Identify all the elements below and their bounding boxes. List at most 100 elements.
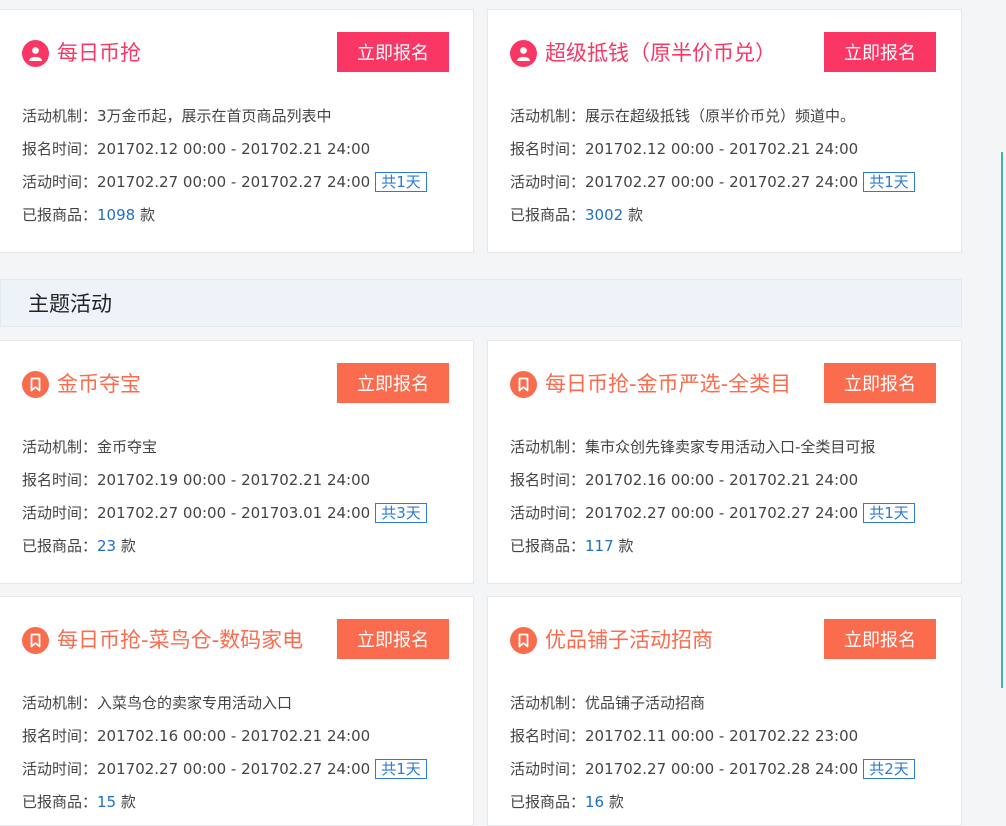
activity-time-row: 活动时间：201702.27 00:00 - 201702.27 24:00 共1… <box>22 166 427 199</box>
signup-button[interactable]: 立即报名 <box>337 363 449 403</box>
signup-time-row: 报名时间：201702.19 00:00 - 201702.21 24:00 <box>22 464 427 497</box>
signup-button[interactable]: 立即报名 <box>824 619 936 659</box>
registered-row: 已报商品：1098 款 <box>22 199 427 232</box>
registered-count: 23 <box>97 537 117 555</box>
signup-time-row: 报名时间：201702.12 00:00 - 201702.21 24:00 <box>22 133 427 166</box>
mechanism-label: 活动机制： <box>510 438 586 456</box>
card-title: 每日币抢-金币严选-全类目 <box>510 369 791 399</box>
registered-row: 已报商品：15 款 <box>22 786 427 819</box>
mechanism-label: 活动机制： <box>22 107 98 125</box>
signup-time-row: 报名时间：201702.16 00:00 - 201702.21 24:00 <box>22 720 427 753</box>
card-details: 活动机制：集市众创先锋卖家专用活动入口-全类目可报 报名时间：201702.16… <box>510 431 915 563</box>
signup-time-label: 报名时间： <box>510 727 586 745</box>
registered-count: 117 <box>585 537 614 555</box>
registered-label: 已报商品： <box>22 537 98 555</box>
signup-button[interactable]: 立即报名 <box>337 32 449 72</box>
mechanism-value: 优品铺子活动招商 <box>585 694 706 712</box>
mechanism-value: 集市众创先锋卖家专用活动入口-全类目可报 <box>585 438 876 456</box>
activity-card: 超级抵钱（原半价币兑） 立即报名 活动机制：展示在超级抵钱（原半价币兑）频道中。… <box>487 9 962 253</box>
activity-time-row: 活动时间：201702.27 00:00 - 201702.27 24:00 共1… <box>22 753 427 786</box>
days-badge: 共1天 <box>863 503 915 523</box>
activity-time-label: 活动时间： <box>22 173 98 191</box>
signup-time-value: 201702.12 00:00 - 201702.21 24:00 <box>97 140 371 158</box>
card-title-text: 每日币抢 <box>57 41 141 65</box>
activity-time-row: 活动时间：201702.27 00:00 - 201702.27 24:00 共1… <box>510 166 915 199</box>
card-title-text: 优品铺子活动招商 <box>545 628 713 652</box>
signup-button[interactable]: 立即报名 <box>824 32 936 72</box>
bookmark-icon <box>510 370 537 398</box>
activity-time-value: 201702.27 00:00 - 201702.27 24:00 <box>585 504 859 522</box>
section-title: 主题活动 <box>28 292 112 316</box>
signup-time-row: 报名时间：201702.11 00:00 - 201702.22 23:00 <box>510 720 915 753</box>
section-header: 主题活动 <box>0 279 962 327</box>
days-badge: 共2天 <box>863 759 915 779</box>
signup-button[interactable]: 立即报名 <box>337 619 449 659</box>
activity-time-value: 201702.27 00:00 - 201702.27 24:00 <box>97 173 371 191</box>
activity-time-row: 活动时间：201702.27 00:00 - 201703.01 24:00 共3… <box>22 497 427 530</box>
bookmark-icon <box>22 370 49 398</box>
signup-time-value: 201702.16 00:00 - 201702.21 24:00 <box>97 727 371 745</box>
registered-label: 已报商品： <box>22 793 98 811</box>
registered-count: 3002 <box>585 206 624 224</box>
mechanism-label: 活动机制： <box>510 107 586 125</box>
bookmark-icon <box>22 626 49 654</box>
days-badge: 共1天 <box>863 172 915 192</box>
bookmark-icon <box>510 626 537 654</box>
signup-time-label: 报名时间： <box>22 727 98 745</box>
registered-unit: 款 <box>627 206 643 224</box>
registered-unit: 款 <box>139 206 155 224</box>
signup-time-value: 201702.12 00:00 - 201702.21 24:00 <box>585 140 859 158</box>
card-details: 活动机制：入菜鸟仓的卖家专用活动入口 报名时间：201702.16 00:00 … <box>22 687 427 819</box>
activity-time-value: 201702.27 00:00 - 201703.01 24:00 <box>97 504 371 522</box>
activity-card: 每日币抢 立即报名 活动机制：3万金币起，展示在首页商品列表中 报名时间：201… <box>0 9 474 253</box>
mechanism-row: 活动机制：展示在超级抵钱（原半价币兑）频道中。 <box>510 100 915 133</box>
card-details: 活动机制：金币夺宝 报名时间：201702.19 00:00 - 201702.… <box>22 431 427 563</box>
card-details: 活动机制：3万金币起，展示在首页商品列表中 报名时间：201702.12 00:… <box>22 100 427 232</box>
mechanism-row: 活动机制：优品铺子活动招商 <box>510 687 915 720</box>
days-badge: 共1天 <box>375 759 427 779</box>
activity-time-row: 活动时间：201702.27 00:00 - 201702.28 24:00 共2… <box>510 753 915 786</box>
card-title: 超级抵钱（原半价币兑） <box>510 38 776 68</box>
activity-time-label: 活动时间： <box>22 760 98 778</box>
mechanism-row: 活动机制：金币夺宝 <box>22 431 427 464</box>
card-title: 每日币抢 <box>22 38 141 68</box>
signup-time-label: 报名时间： <box>22 140 98 158</box>
registered-unit: 款 <box>120 537 136 555</box>
signup-button[interactable]: 立即报名 <box>824 363 936 403</box>
registered-row: 已报商品：117 款 <box>510 530 915 563</box>
card-title-text: 每日币抢-菜鸟仓-数码家电 <box>57 628 304 652</box>
card-title: 每日币抢-菜鸟仓-数码家电 <box>22 625 303 655</box>
signup-time-row: 报名时间：201702.16 00:00 - 201702.21 24:00 <box>510 464 915 497</box>
activity-card: 金币夺宝 立即报名 活动机制：金币夺宝 报名时间：201702.19 00:00… <box>0 340 474 584</box>
registered-unit: 款 <box>608 793 624 811</box>
registered-row: 已报商品：3002 款 <box>510 199 915 232</box>
registered-row: 已报商品：16 款 <box>510 786 915 819</box>
mechanism-value: 金币夺宝 <box>97 438 158 456</box>
activity-card: 优品铺子活动招商 立即报名 活动机制：优品铺子活动招商 报名时间：201702.… <box>487 596 962 826</box>
card-details: 活动机制：优品铺子活动招商 报名时间：201702.11 00:00 - 201… <box>510 687 915 819</box>
user-icon <box>22 39 49 67</box>
registered-label: 已报商品： <box>510 206 586 224</box>
scrollbar[interactable] <box>1001 152 1003 688</box>
card-details: 活动机制：展示在超级抵钱（原半价币兑）频道中。 报名时间：201702.12 0… <box>510 100 915 232</box>
mechanism-value: 入菜鸟仓的卖家专用活动入口 <box>97 694 293 712</box>
registered-unit: 款 <box>120 793 136 811</box>
registered-count: 1098 <box>97 206 136 224</box>
mechanism-row: 活动机制：入菜鸟仓的卖家专用活动入口 <box>22 687 427 720</box>
activity-card: 每日币抢-金币严选-全类目 立即报名 活动机制：集市众创先锋卖家专用活动入口-全… <box>487 340 962 584</box>
activity-time-label: 活动时间： <box>510 173 586 191</box>
user-icon <box>510 39 537 67</box>
mechanism-label: 活动机制： <box>22 694 98 712</box>
activity-time-label: 活动时间： <box>510 504 586 522</box>
activity-time-value: 201702.27 00:00 - 201702.28 24:00 <box>585 760 859 778</box>
card-title: 优品铺子活动招商 <box>510 625 713 655</box>
activity-time-value: 201702.27 00:00 - 201702.27 24:00 <box>97 760 371 778</box>
signup-time-row: 报名时间：201702.12 00:00 - 201702.21 24:00 <box>510 133 915 166</box>
activity-time-value: 201702.27 00:00 - 201702.27 24:00 <box>585 173 859 191</box>
days-badge: 共3天 <box>375 503 427 523</box>
signup-time-value: 201702.19 00:00 - 201702.21 24:00 <box>97 471 371 489</box>
registered-row: 已报商品：23 款 <box>22 530 427 563</box>
signup-time-label: 报名时间： <box>510 471 586 489</box>
days-badge: 共1天 <box>375 172 427 192</box>
card-title-text: 超级抵钱（原半价币兑） <box>545 41 776 65</box>
